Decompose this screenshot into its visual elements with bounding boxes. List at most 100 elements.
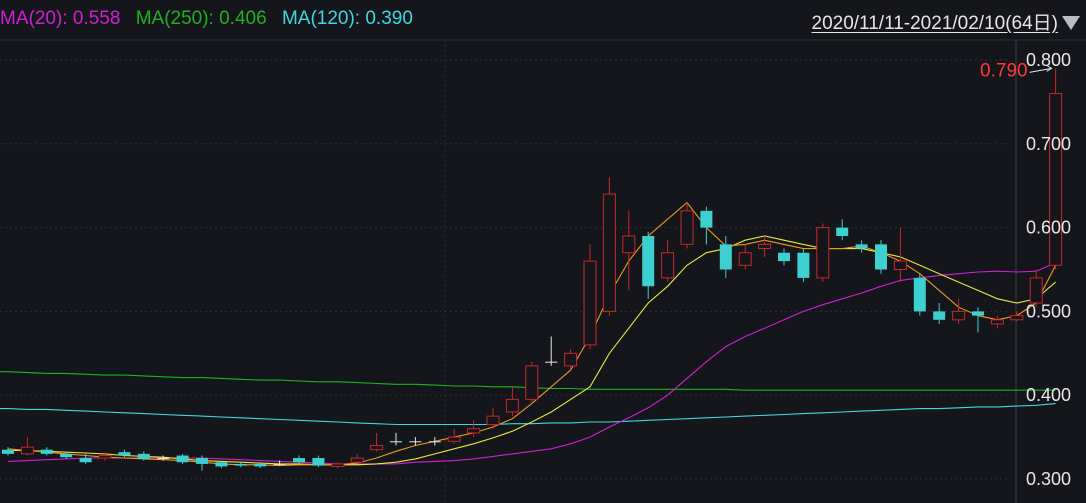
candle-body bbox=[2, 449, 14, 454]
candle bbox=[428, 437, 441, 446]
candle bbox=[350, 453, 364, 464]
candle bbox=[2, 447, 14, 456]
candles bbox=[2, 68, 1063, 471]
candle bbox=[913, 273, 926, 316]
ma5-line bbox=[7, 201, 1057, 467]
candle-body bbox=[836, 227, 849, 236]
candle-body bbox=[505, 398, 519, 413]
candle bbox=[855, 240, 868, 253]
y-tick-label: 0.300 bbox=[1026, 469, 1071, 489]
candle-body bbox=[933, 311, 946, 320]
candle-body bbox=[118, 452, 131, 456]
candle bbox=[467, 420, 481, 438]
candle-body bbox=[176, 455, 189, 463]
candle bbox=[778, 248, 790, 266]
candle bbox=[972, 307, 984, 333]
candle bbox=[700, 206, 713, 245]
candle-body bbox=[525, 365, 539, 400]
candle-body bbox=[700, 210, 713, 228]
candle-body bbox=[157, 458, 170, 460]
candle-body bbox=[622, 235, 636, 254]
candle bbox=[234, 462, 247, 468]
candle bbox=[952, 298, 966, 324]
candle bbox=[312, 455, 325, 468]
candle-body bbox=[312, 458, 325, 466]
candle bbox=[1049, 68, 1063, 270]
candle-body bbox=[719, 244, 732, 270]
candle-body bbox=[40, 449, 53, 454]
candle-body bbox=[661, 252, 675, 279]
candle-body bbox=[778, 252, 790, 262]
candle bbox=[680, 202, 694, 249]
candle-body bbox=[234, 463, 247, 466]
candle-body bbox=[350, 457, 364, 463]
candle-body bbox=[952, 310, 966, 321]
candle bbox=[545, 336, 558, 366]
candle-body bbox=[1049, 93, 1063, 266]
candle-body bbox=[972, 311, 984, 316]
candle-body bbox=[293, 458, 305, 463]
candle bbox=[642, 231, 655, 299]
candlestick-chart[interactable]: 0.8000.7000.6000.5000.4000.300 0.790 bbox=[0, 0, 1086, 503]
candle-body bbox=[642, 235, 655, 287]
candle-body bbox=[370, 444, 384, 451]
candle bbox=[176, 453, 189, 464]
candle-body bbox=[738, 252, 752, 266]
candle bbox=[622, 210, 636, 291]
ma10-line bbox=[8, 235, 1056, 466]
candle bbox=[933, 303, 946, 324]
candle-body bbox=[390, 441, 402, 443]
candle-body bbox=[447, 436, 461, 442]
candle-body bbox=[254, 463, 267, 467]
candle bbox=[564, 349, 578, 371]
candle-body bbox=[79, 458, 92, 463]
candle-body bbox=[428, 441, 441, 443]
candle-body bbox=[98, 455, 112, 459]
candle bbox=[525, 361, 539, 404]
candle bbox=[370, 432, 384, 452]
candle bbox=[990, 315, 1004, 329]
candle-body bbox=[816, 227, 830, 279]
candle-body bbox=[409, 441, 422, 443]
candle-body bbox=[273, 463, 286, 465]
candle bbox=[893, 227, 907, 283]
candle-body bbox=[990, 319, 1004, 325]
candle bbox=[20, 437, 34, 456]
candle-body bbox=[913, 277, 926, 312]
candle-body bbox=[893, 260, 907, 270]
y-tick-label: 0.700 bbox=[1026, 134, 1071, 154]
candle bbox=[836, 219, 849, 241]
candle-body bbox=[486, 415, 500, 426]
candle-body bbox=[1010, 315, 1024, 321]
candle bbox=[758, 235, 772, 257]
candle-body bbox=[545, 361, 558, 363]
candle-body bbox=[602, 193, 616, 312]
candle-body bbox=[875, 244, 887, 270]
candle-body bbox=[331, 463, 345, 467]
y-tick-label: 0.600 bbox=[1026, 218, 1071, 238]
candle bbox=[661, 240, 675, 283]
candle-body bbox=[797, 252, 810, 278]
candle bbox=[602, 177, 616, 316]
y-tick-label: 0.400 bbox=[1026, 385, 1071, 405]
candle bbox=[40, 447, 53, 456]
candle bbox=[875, 240, 887, 274]
candle bbox=[738, 244, 752, 270]
moving-average-lines bbox=[0, 201, 1057, 467]
candle-body bbox=[20, 446, 34, 455]
candle-body bbox=[680, 210, 694, 245]
candle-body bbox=[60, 453, 73, 458]
candle-body bbox=[137, 453, 150, 459]
candle bbox=[331, 462, 345, 469]
candle-body bbox=[467, 428, 481, 434]
high-value-label: 0.790 bbox=[980, 60, 1028, 81]
candle-body bbox=[758, 243, 772, 250]
y-axis: 0.8000.7000.6000.5000.4000.300 bbox=[1026, 50, 1071, 489]
candle bbox=[505, 386, 519, 417]
candle-body bbox=[855, 244, 868, 249]
candle-body bbox=[1029, 277, 1043, 304]
candle-body bbox=[215, 462, 228, 467]
candle bbox=[583, 244, 597, 350]
candle bbox=[797, 248, 810, 283]
grid-lines bbox=[0, 39, 1086, 503]
